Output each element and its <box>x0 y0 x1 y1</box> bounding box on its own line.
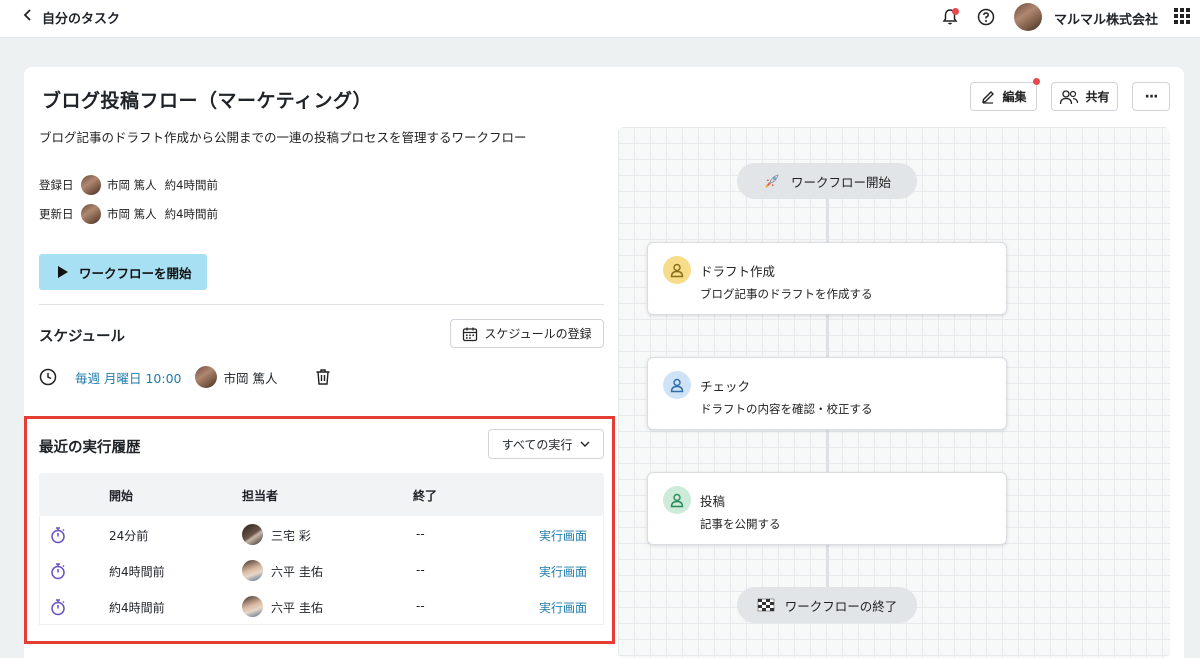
back-icon[interactable] <box>22 7 34 26</box>
execution-screen-link[interactable]: 実行画面 <box>539 527 587 544</box>
step-title: チェック <box>700 379 751 394</box>
calendar-icon <box>463 327 478 341</box>
column-end: 終了 <box>413 489 438 503</box>
row-start: 約4時間前 <box>109 565 165 579</box>
start-workflow-label: ワークフローを開始 <box>79 265 192 281</box>
row-start: 約4時間前 <box>109 601 165 615</box>
workflow-end-node[interactable]: ワークフローの終了 <box>737 587 917 623</box>
help-icon[interactable] <box>976 7 996 27</box>
person-icon <box>663 256 691 284</box>
play-icon <box>58 266 68 278</box>
users-icon <box>1060 89 1079 104</box>
pencil-icon <box>982 90 995 104</box>
history-heading: 最近の実行履歴 <box>39 440 141 456</box>
divider <box>39 304 604 305</box>
connector-line <box>826 545 829 587</box>
step-title: ドラフト作成 <box>700 264 776 279</box>
row-end: -- <box>416 527 425 541</box>
step-title: 投稿 <box>700 494 726 509</box>
registered-row: 登録日 市岡 篤人 約4時間前 <box>39 175 218 195</box>
share-button[interactable]: 共有 <box>1051 82 1118 111</box>
avatar <box>81 204 101 224</box>
registered-time: 約4時間前 <box>164 178 218 192</box>
column-assignee: 担当者 <box>242 489 279 503</box>
avatar <box>242 560 263 581</box>
connector-line <box>826 198 829 242</box>
company-name[interactable]: マルマル株式会社 <box>1054 9 1158 28</box>
clock-icon <box>39 368 57 386</box>
step-description: ドラフトの内容を確認・校正する <box>700 402 873 416</box>
page-title[interactable]: 自分のタスク <box>42 8 120 27</box>
table-row[interactable]: 約4時間前 六平 圭佑 -- 実行画面 <box>39 588 604 624</box>
user-avatar[interactable] <box>1014 3 1042 31</box>
filter-label: すべての実行 <box>501 437 573 452</box>
row-assignee: 三宅 彩 <box>271 529 311 543</box>
register-schedule-label: スケジュールの登録 <box>484 327 592 341</box>
registered-user: 市岡 篤人 <box>107 178 157 192</box>
apps-grid-icon[interactable] <box>1174 8 1190 24</box>
avatar <box>81 175 101 195</box>
workflow-title: ブログ投稿フロー（マーケティング） <box>42 90 372 112</box>
row-end: -- <box>416 599 425 613</box>
execution-screen-link[interactable]: 実行画面 <box>539 599 587 616</box>
workflow-start-node[interactable]: ワークフロー開始 <box>737 163 917 199</box>
start-workflow-button[interactable]: ワークフローを開始 <box>39 254 207 290</box>
updated-time: 約4時間前 <box>164 207 218 221</box>
table-row[interactable]: 24分前 三宅 彩 -- 実行画面 <box>39 516 604 552</box>
table-row[interactable]: 約4時間前 六平 圭佑 -- 実行画面 <box>39 552 604 588</box>
step-node-post[interactable]: 投稿 記事を公開する <box>647 472 1007 545</box>
column-start: 開始 <box>109 489 134 503</box>
workflow-end-label: ワークフローの終了 <box>784 598 898 614</box>
connector-line <box>826 315 829 357</box>
row-start: 24分前 <box>109 529 149 543</box>
chevron-down-icon <box>580 441 590 447</box>
timer-icon <box>51 599 65 616</box>
notification-badge <box>952 8 959 15</box>
row-assignee: 六平 圭佑 <box>271 601 323 615</box>
schedule-heading: スケジュール <box>39 329 125 345</box>
more-icon: ··· <box>1144 88 1159 105</box>
execution-filter-select[interactable]: すべての実行 <box>488 429 604 459</box>
more-options-button[interactable]: ··· <box>1132 82 1170 111</box>
schedule-user: 市岡 篤人 <box>223 370 278 386</box>
updated-user: 市岡 篤人 <box>107 207 157 221</box>
timer-icon <box>51 563 65 580</box>
step-node-draft[interactable]: ドラフト作成 ブログ記事のドラフトを作成する <box>647 242 1007 315</box>
trash-icon[interactable] <box>315 368 331 386</box>
schedule-recurrence[interactable]: 毎週 月曜日 10:00 <box>75 368 181 387</box>
workflow-description: ブログ記事のドラフト作成から公開までの一連の投稿プロセスを管理するワークフロー <box>39 130 527 145</box>
edit-button[interactable]: 編集 <box>970 82 1037 111</box>
edit-label: 編集 <box>1002 90 1027 104</box>
avatar <box>195 366 218 388</box>
schedule-row: 毎週 月曜日 10:00 市岡 篤人 <box>39 366 331 388</box>
registered-label: 登録日 <box>39 178 74 192</box>
connector-line <box>826 430 829 472</box>
checkered-flag-icon <box>757 598 775 612</box>
person-icon <box>663 486 691 514</box>
row-assignee: 六平 圭佑 <box>271 565 323 579</box>
row-end: -- <box>416 563 425 577</box>
register-schedule-button[interactable]: スケジュールの登録 <box>450 319 604 348</box>
avatar <box>242 596 263 617</box>
avatar <box>242 524 263 545</box>
step-description: ブログ記事のドラフトを作成する <box>700 287 873 301</box>
rocket-icon <box>765 174 779 188</box>
updated-label: 更新日 <box>39 207 74 221</box>
updated-row: 更新日 市岡 篤人 約4時間前 <box>39 204 218 224</box>
top-bar: 自分のタスク マルマル株式会社 <box>0 0 1200 38</box>
step-node-check[interactable]: チェック ドラフトの内容を確認・校正する <box>647 357 1007 430</box>
step-description: 記事を公開する <box>700 517 781 531</box>
workflow-start-label: ワークフロー開始 <box>790 174 891 190</box>
person-icon <box>663 371 691 399</box>
edit-badge <box>1033 78 1040 85</box>
timer-icon <box>51 527 65 544</box>
history-table-header: 開始 担当者 終了 <box>39 473 604 516</box>
share-label: 共有 <box>1085 90 1110 104</box>
execution-screen-link[interactable]: 実行画面 <box>539 563 587 580</box>
